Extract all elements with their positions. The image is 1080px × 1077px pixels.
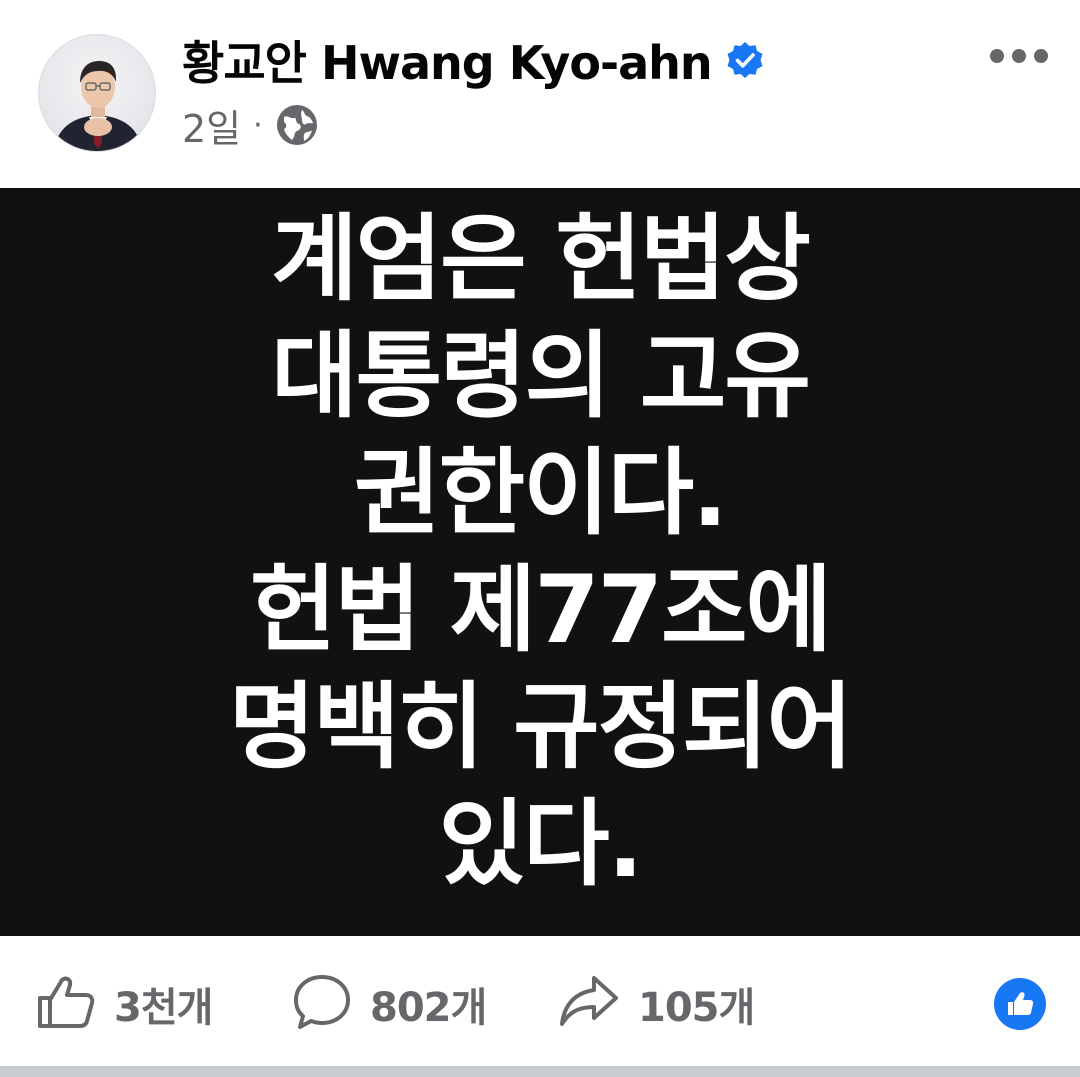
- share-button[interactable]: 105개: [558, 974, 755, 1034]
- more-dot: [1012, 49, 1026, 63]
- comment-button[interactable]: 802개: [292, 973, 487, 1035]
- comment-count: 802개: [370, 985, 487, 1031]
- comment-bubble-icon: [292, 973, 352, 1035]
- share-arrow-icon: [558, 974, 620, 1034]
- meta-separator: ·: [253, 107, 263, 143]
- post-image-line: 있다.: [438, 790, 644, 899]
- post-image-line: 계엄은 헌법상: [271, 205, 811, 314]
- post-timestamp[interactable]: 2일: [182, 98, 241, 153]
- post-image-line: 헌법 제77조에: [250, 556, 832, 665]
- bottom-divider: [0, 1066, 1080, 1077]
- post-image-line: 명백히 규정되어: [228, 673, 853, 782]
- thumbs-up-icon: [36, 974, 96, 1034]
- post-header: 황교안 Hwang Kyo-ahn 2일 ·: [0, 0, 1080, 188]
- author-avatar[interactable]: [38, 34, 156, 152]
- post-image[interactable]: 계엄은 헌법상 대통령의 고유 권한이다. 헌법 제77조에 명백히 규정되어 …: [0, 188, 1080, 936]
- post-image-line: 권한이다.: [354, 439, 728, 548]
- more-dot: [990, 49, 1004, 63]
- more-dot: [1034, 49, 1048, 63]
- globe-icon[interactable]: [275, 103, 319, 147]
- post-image-text: 계엄은 헌법상 대통령의 고유 권한이다. 헌법 제77조에 명백히 규정되어 …: [228, 201, 853, 903]
- author-name[interactable]: 황교안 Hwang Kyo-ahn: [182, 27, 713, 93]
- like-count: 3천개: [114, 985, 213, 1031]
- like-button[interactable]: 3천개: [36, 974, 213, 1034]
- share-count: 105개: [638, 985, 755, 1031]
- more-options-icon[interactable]: [990, 38, 1048, 74]
- like-reaction-icon[interactable]: [994, 978, 1046, 1030]
- verified-badge-icon: [726, 41, 764, 79]
- post-image-line: 대통령의 고유: [271, 322, 811, 431]
